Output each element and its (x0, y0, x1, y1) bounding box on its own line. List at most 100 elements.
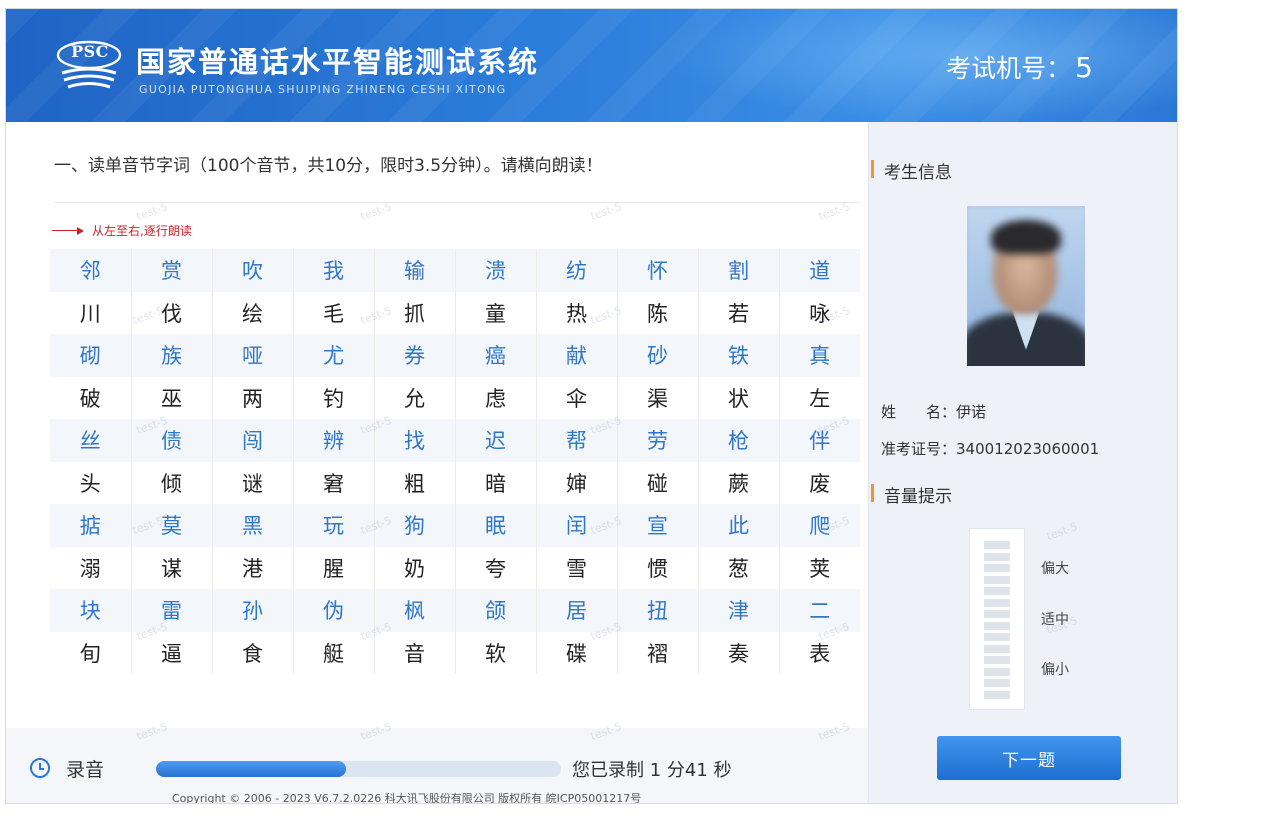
syllable-cell: 割 (698, 249, 780, 292)
syllable-cell: 吹 (212, 249, 294, 292)
header-banner: PSC 国家普通话水平智能测试系统 GUOJIA PUTONGHUA SHUIP… (6, 9, 1177, 122)
grid-row: 头倾谜窘粗暗婶碰蕨废 (50, 461, 860, 504)
syllable-cell: 砌 (50, 334, 132, 377)
recording-seconds-unit: 秒 (713, 760, 732, 781)
syllable-cell: 玩 (293, 504, 375, 547)
question-instruction: 一、读单音节字词（100个音节，共10分，限时3.5分钟）。请横向朗读！ (54, 156, 603, 176)
syllable-cell: 溃 (455, 249, 537, 292)
syllable-cell: 莫 (131, 504, 213, 547)
volume-meter-segment (984, 644, 1010, 653)
recording-minutes: 1 (649, 760, 662, 781)
syllable-cell: 逼 (131, 631, 213, 674)
syllable-cell: 软 (455, 631, 537, 674)
grid-row: 溺谋港腥奶夸雪惯葱荚 (50, 546, 860, 589)
divider (54, 202, 860, 203)
syllable-cell: 丝 (50, 419, 132, 462)
syllable-cell: 破 (50, 376, 132, 419)
syllable-cell: 艇 (293, 631, 375, 674)
machine-number: 考试机号： 5 (946, 49, 1093, 85)
syllable-cell: 褶 (617, 631, 699, 674)
volume-meter-segment (984, 564, 1010, 573)
syllable-cell: 二 (779, 589, 860, 632)
syllable-cell: 食 (212, 631, 294, 674)
volume-title: 音量提示 (871, 482, 952, 507)
syllable-cell: 溺 (50, 546, 132, 589)
reading-direction-text: 从左至右,逐行朗读 (92, 224, 192, 238)
syllable-cell: 砂 (617, 334, 699, 377)
grid-row: 砌族哑尤券癌献砂铁真 (50, 334, 860, 377)
next-question-button[interactable]: 下一题 (937, 736, 1121, 780)
exam-window: PSC 国家普通话水平智能测试系统 GUOJIA PUTONGHUA SHUIP… (5, 8, 1178, 804)
recording-status-prefix: 您已录制 (572, 760, 644, 781)
syllable-cell: 表 (779, 631, 860, 674)
syllable-cell: 扭 (617, 589, 699, 632)
syllable-cell: 真 (779, 334, 860, 377)
reading-direction-hint: 从左至右,逐行朗读 (52, 222, 192, 239)
syllable-cell: 川 (50, 291, 132, 334)
syllable-cell: 绘 (212, 291, 294, 334)
syllable-cell: 粗 (374, 461, 456, 504)
syllable-cell: 奶 (374, 546, 456, 589)
syllable-cell: 族 (131, 334, 213, 377)
copyright-text: Copyright © 2006 - 2023 V6.7.2.0226 科大讯飞… (172, 792, 642, 804)
question-panel: 一、读单音节字词（100个音节，共10分，限时3.5分钟）。请横向朗读！ 从左至… (6, 122, 868, 804)
system-title: 国家普通话水平智能测试系统 (136, 45, 540, 79)
syllable-cell: 荚 (779, 546, 860, 589)
grid-row: 掂莫黑玩狗眠闰宣此爬 (50, 504, 860, 547)
syllable-cell: 尤 (293, 334, 375, 377)
syllable-cell: 献 (536, 334, 618, 377)
syllable-cell: 闰 (536, 504, 618, 547)
syllable-cell: 津 (698, 589, 780, 632)
candidate-name-value: 伊诺 (956, 403, 987, 421)
candidate-photo (967, 206, 1085, 366)
recording-minutes-unit: 分 (666, 760, 685, 781)
syllable-cell: 腥 (293, 546, 375, 589)
grid-row: 丝债闯辨找迟帮劳枪伴 (50, 419, 860, 462)
candidate-name: 姓 名：伊诺 (881, 401, 986, 422)
syllable-cell: 热 (536, 291, 618, 334)
syllable-cell: 赏 (131, 249, 213, 292)
syllable-cell: 葱 (698, 546, 780, 589)
syllable-cell: 掂 (50, 504, 132, 547)
syllable-cell: 钓 (293, 376, 375, 419)
syllable-cell: 童 (455, 291, 537, 334)
syllable-cell: 道 (779, 249, 860, 292)
syllable-cell: 帮 (536, 419, 618, 462)
syllable-cell: 雷 (131, 589, 213, 632)
syllable-cell: 蕨 (698, 461, 780, 504)
syllable-cell: 伪 (293, 589, 375, 632)
volume-meter-segment (984, 587, 1010, 596)
candidate-info-title: 考生信息 (871, 158, 952, 183)
syllable-cell: 状 (698, 376, 780, 419)
candidate-sidebar: 考生信息 姓 名：伊诺 准考证号：340012023060001 音量提示 偏大… (868, 122, 1177, 803)
syllable-cell: 暗 (455, 461, 537, 504)
syllable-cell: 虑 (455, 376, 537, 419)
clock-icon (30, 758, 50, 778)
syllable-cell: 纺 (536, 249, 618, 292)
recording-progress-fill (156, 761, 347, 777)
syllable-cell: 狗 (374, 504, 456, 547)
syllable-cell: 倾 (131, 461, 213, 504)
syllable-cell: 若 (698, 291, 780, 334)
syllable-cell: 黑 (212, 504, 294, 547)
volume-meter-segment (984, 552, 1010, 561)
grid-row: 破巫两钓允虑伞渠状左 (50, 376, 860, 419)
syllable-cell: 邻 (50, 249, 132, 292)
syllable-cell: 允 (374, 376, 456, 419)
system-subtitle: GUOJIA PUTONGHUA SHUIPING ZHINENG CESHI … (139, 83, 507, 96)
syllable-cell: 孙 (212, 589, 294, 632)
syllable-cell: 婶 (536, 461, 618, 504)
syllable-cell: 左 (779, 376, 860, 419)
syllable-cell: 碰 (617, 461, 699, 504)
machine-number-value: 5 (1075, 51, 1093, 84)
syllable-cell: 窘 (293, 461, 375, 504)
syllable-cell: 闯 (212, 419, 294, 462)
syllable-cell: 枫 (374, 589, 456, 632)
candidate-id: 准考证号：340012023060001 (881, 438, 1099, 459)
syllable-cell: 旬 (50, 631, 132, 674)
syllable-cell: 伴 (779, 419, 860, 462)
grid-row: 旬逼食艇音软碟褶奏表 (50, 631, 860, 674)
syllable-cell: 块 (50, 589, 132, 632)
volume-meter-segment (984, 598, 1010, 607)
volume-mid-label: 适中 (1041, 612, 1069, 628)
